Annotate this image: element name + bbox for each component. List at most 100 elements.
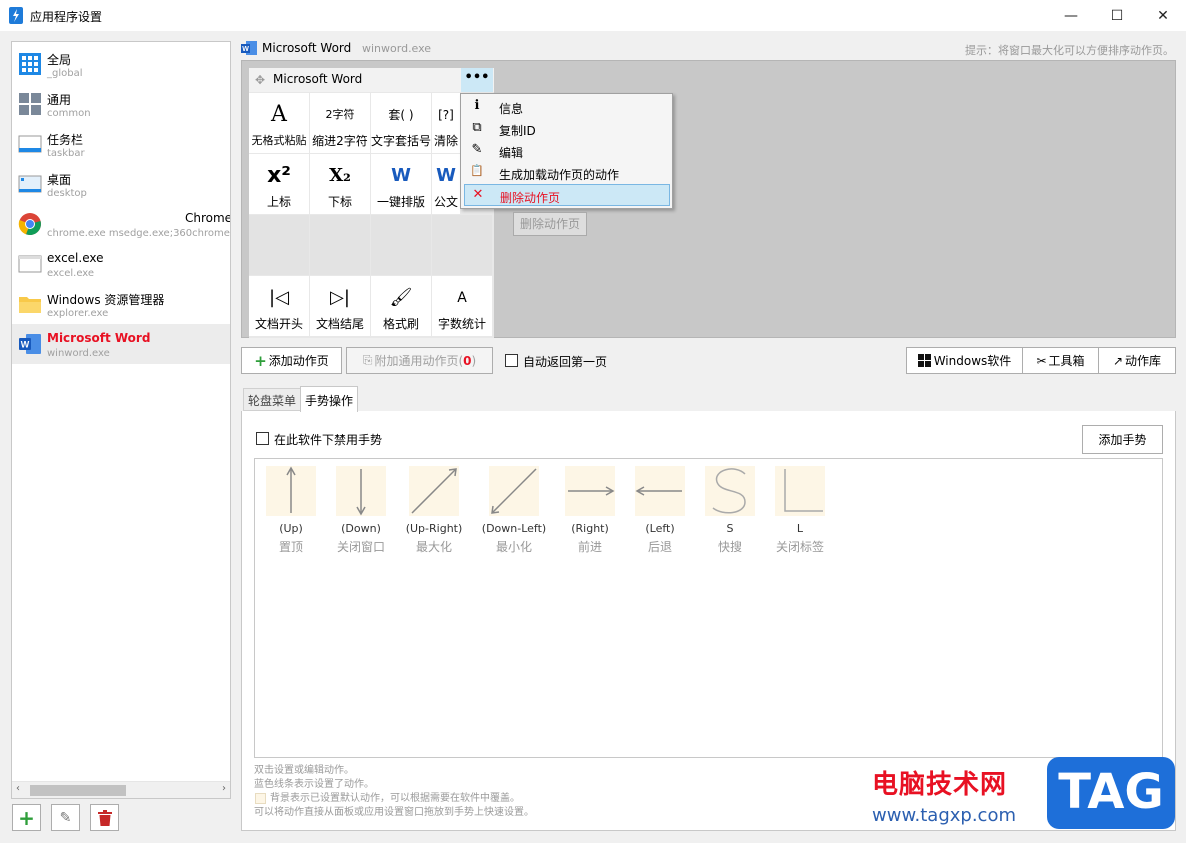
watermark-text: 电脑技术网 xyxy=(872,770,1008,800)
menu-item-generate-load[interactable]: 📋 生成加载动作页的动作 xyxy=(464,162,670,184)
gesture-action: 快搜 xyxy=(717,540,742,554)
gesture-down-left-arrow-icon xyxy=(489,466,539,516)
gesture-name: (Right) xyxy=(571,522,609,535)
explorer-icon xyxy=(19,297,41,313)
action-word-format[interactable]: W 一键排版 xyxy=(371,154,431,214)
app-item-explorer[interactable]: Windows 资源管理器 explorer.exe xyxy=(12,284,230,324)
app-item-common[interactable]: 通用 common xyxy=(12,84,230,124)
horizontal-scrollbar[interactable]: ‹ › xyxy=(12,781,230,798)
close-button[interactable]: ✕ xyxy=(1140,0,1186,31)
gesture-up[interactable]: (Up) 置顶 xyxy=(256,466,326,555)
action-doc-start[interactable]: |◁ 文档开头 xyxy=(249,276,309,336)
app-item-word[interactable]: W Microsoft Word winword.exe xyxy=(12,324,230,364)
action-label: 字数统计 xyxy=(437,317,486,331)
action-format-brush[interactable]: 🖌 格式刷 xyxy=(371,276,431,336)
tab-gestures[interactable]: 手势操作 xyxy=(300,386,359,412)
note-line-swatch: 背景表示已设置默认动作，可以根据需要在软件中覆盖。 xyxy=(254,792,534,806)
context-menu[interactable]: ℹ 信息 ⧉ 复制ID ✎ 编辑 📋 生成加载动作页的动作 ✕ 删除动作页 xyxy=(460,93,673,209)
empty-slot[interactable] xyxy=(249,215,309,275)
action-label: 公文 xyxy=(433,195,458,209)
note-line: 可以将动作直接从面板或应用设置窗口拖放到手势上快速设置。 xyxy=(254,807,534,818)
auto-return-checkbox[interactable] xyxy=(505,354,518,367)
note-line: 双击设置或编辑动作。 xyxy=(254,765,354,776)
action-indent[interactable]: 2字符 缩进2字符 xyxy=(310,93,370,153)
word-format-icon: W xyxy=(391,165,411,186)
action-library-button[interactable]: ↗ 动作库 xyxy=(1098,347,1176,374)
more-options-button[interactable]: ••• xyxy=(461,68,493,92)
app-item-exe: winword.exe xyxy=(47,348,110,359)
app-item-excel[interactable]: excel.exe excel.exe xyxy=(12,244,230,284)
desktop-icon xyxy=(18,175,42,193)
add-app-button[interactable]: + xyxy=(12,804,41,831)
delete-app-button[interactable] xyxy=(90,804,119,831)
windows-software-button[interactable]: Windows软件 xyxy=(906,347,1023,374)
app-lightning-icon xyxy=(9,7,23,24)
gesture-up-right-arrow-icon xyxy=(409,466,459,516)
action-word-count[interactable]: A 字数统计 xyxy=(432,276,492,336)
app-item-name: excel.exe xyxy=(47,251,104,265)
action-word-doc[interactable]: W 公文 xyxy=(432,154,460,214)
app-item-global[interactable]: 全局 _global xyxy=(12,44,230,84)
note-line: 蓝色线条表示设置了动作。 xyxy=(254,779,374,790)
empty-slot[interactable] xyxy=(432,215,492,275)
app-item-chrome[interactable]: Chrome chrome.exe msedge.exe;360chromex.… xyxy=(12,204,230,244)
gesture-action: 最大化 xyxy=(415,540,452,554)
auto-return-label: 自动返回第一页 xyxy=(523,355,608,369)
toolbox-button[interactable]: ✂ 工具箱 xyxy=(1022,347,1099,374)
menu-item-delete-page[interactable]: ✕ 删除动作页 xyxy=(464,184,670,206)
app-item-name: Windows 资源管理器 xyxy=(47,293,165,307)
action-superscript[interactable]: x² 上标 xyxy=(249,154,309,214)
disable-gestures-checkbox[interactable] xyxy=(256,432,269,445)
action-doc-end[interactable]: ▷| 文档结尾 xyxy=(310,276,370,336)
action-plain-paste[interactable]: A 无格式粘贴 xyxy=(249,93,309,153)
move-handle-icon[interactable]: ✥ xyxy=(255,73,265,87)
global-icon xyxy=(19,53,41,75)
gesture-right[interactable]: (Right) 前进 xyxy=(555,466,625,555)
add-gesture-button[interactable]: 添加手势 xyxy=(1082,425,1163,454)
empty-slot[interactable] xyxy=(371,215,431,275)
app-item-exe: common xyxy=(47,108,91,119)
scrollbar-thumb[interactable] xyxy=(30,785,126,796)
gesture-name: (Up) xyxy=(279,522,303,535)
button-label: 附加通用动作页( xyxy=(374,354,464,368)
menu-item-copy-id[interactable]: ⧉ 复制ID xyxy=(464,118,670,140)
menu-item-info[interactable]: ℹ 信息 xyxy=(464,96,670,118)
maximize-button[interactable]: ☐ xyxy=(1094,0,1140,31)
gesture-down[interactable]: (Down) 关闭窗口 xyxy=(326,466,396,555)
scroll-left-icon[interactable]: ‹ xyxy=(16,783,20,794)
attach-common-page-button[interactable]: ⎘ 附加通用动作页( 0 ) xyxy=(346,347,493,374)
gesture-s[interactable]: S 快搜 xyxy=(695,466,765,555)
gesture-left[interactable]: (Left) 后退 xyxy=(625,466,695,555)
app-item-exe: _global xyxy=(47,68,83,79)
window-title: 应用程序设置 xyxy=(30,10,103,24)
action-page-panel[interactable]: ✥ Microsoft Word ••• A 无格式粘贴 2字符 缩进2字符 套… xyxy=(249,68,494,338)
scroll-right-icon[interactable]: › xyxy=(222,783,226,794)
action-subscript[interactable]: X₂ 下标 xyxy=(310,154,370,214)
app-item-taskbar[interactable]: 任务栏 taskbar xyxy=(12,124,230,164)
hint-text: 提示：将窗口最大化可以方便排序动作页。 xyxy=(965,44,1174,57)
add-action-page-button[interactable]: + 添加动作页 xyxy=(241,347,342,374)
action-clear[interactable]: [?] 清除 xyxy=(432,93,460,153)
gesture-l[interactable]: L 关闭标签 xyxy=(765,466,835,555)
minimize-button[interactable]: — xyxy=(1048,0,1094,31)
menu-item-label: 生成加载动作页的动作 xyxy=(499,168,620,182)
delete-icon: ✕ xyxy=(472,187,484,202)
word-doc-icon: W xyxy=(436,165,456,186)
tools-icon: ✂ xyxy=(1036,353,1047,368)
action-label: 格式刷 xyxy=(382,317,419,331)
app-list[interactable]: 全局 _global 通用 common 任务栏 taskbar 桌面 desk… xyxy=(11,41,231,799)
menu-item-edit[interactable]: ✎ 编辑 xyxy=(464,140,670,162)
app-item-name: Chrome xyxy=(185,211,231,225)
tab-radial-menu[interactable]: 轮盘菜单 xyxy=(243,388,302,411)
gesture-up-right[interactable]: (Up-Right) 最大化 xyxy=(399,466,469,555)
app-item-desktop[interactable]: 桌面 desktop xyxy=(12,164,230,204)
panel-header[interactable]: ✥ Microsoft Word ••• xyxy=(249,68,494,92)
app-item-name: 通用 xyxy=(47,93,72,107)
gesture-action: 前进 xyxy=(577,540,602,554)
empty-slot[interactable] xyxy=(310,215,370,275)
app-name: Microsoft Word xyxy=(262,41,352,55)
gesture-down-left[interactable]: (Down-Left) 最小化 xyxy=(479,466,549,555)
copy-icon: ⧉ xyxy=(472,120,482,135)
action-bracket[interactable]: 套( ) 文字套括号 xyxy=(371,93,431,153)
edit-app-button[interactable]: ✎ xyxy=(51,804,80,831)
